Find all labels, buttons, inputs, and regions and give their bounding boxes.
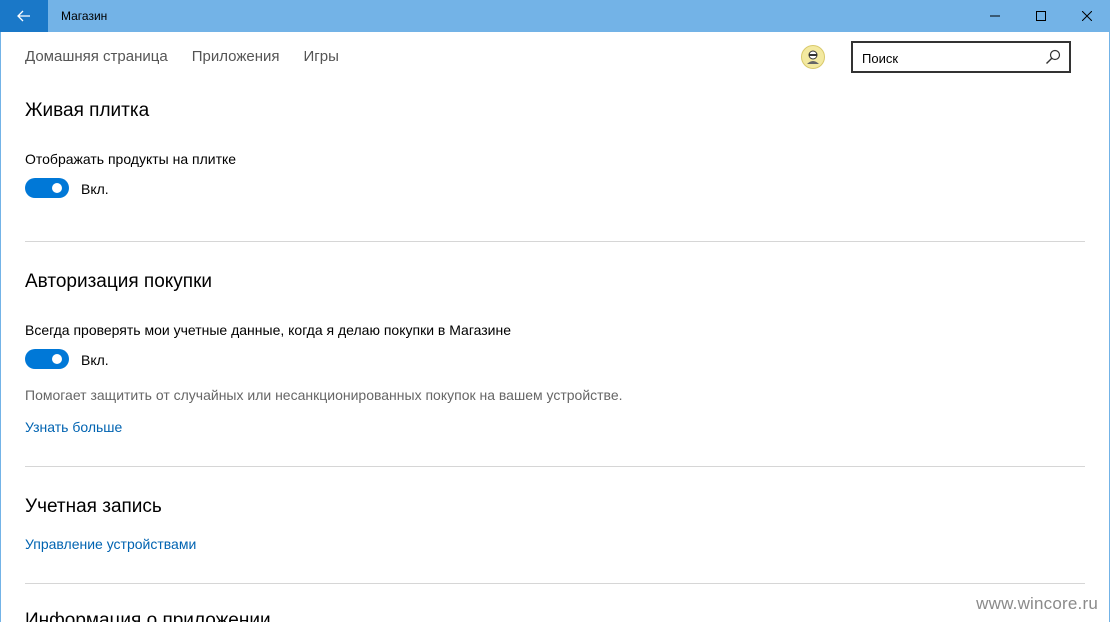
search-box[interactable]: Поиск bbox=[851, 41, 1071, 73]
minimize-button[interactable] bbox=[972, 0, 1018, 32]
user-avatar[interactable] bbox=[801, 45, 825, 69]
section-title-app-info: Информация о приложении bbox=[25, 610, 271, 622]
back-arrow-icon bbox=[17, 10, 30, 22]
section-title-account: Учетная запись bbox=[25, 496, 162, 517]
minimize-icon bbox=[990, 15, 1000, 17]
section-title-live-tile: Живая плитка bbox=[25, 100, 150, 121]
live-tile-toggle[interactable] bbox=[25, 178, 69, 198]
close-button[interactable] bbox=[1064, 0, 1110, 32]
live-tile-setting-label: Отображать продукты на плитке bbox=[25, 151, 237, 167]
purchase-auth-toggle[interactable] bbox=[25, 349, 69, 369]
manage-devices-link[interactable]: Управление устройствами bbox=[25, 536, 196, 552]
section-divider bbox=[25, 241, 1085, 242]
section-divider bbox=[25, 466, 1085, 467]
purchase-auth-description: Помогает защитить от случайных или несан… bbox=[25, 387, 623, 403]
nav-item-games[interactable]: Игры bbox=[303, 48, 338, 65]
close-icon bbox=[1082, 11, 1092, 21]
title-bar: Магазин bbox=[0, 0, 1110, 32]
live-tile-toggle-state: Вкл. bbox=[81, 181, 109, 197]
watermark: www.wincore.ru bbox=[976, 594, 1098, 613]
top-navigation: Домашняя страница Приложения Игры bbox=[25, 48, 339, 65]
search-icon[interactable] bbox=[1045, 49, 1061, 65]
purchase-auth-toggle-state: Вкл. bbox=[81, 352, 109, 368]
maximize-button[interactable] bbox=[1018, 0, 1064, 32]
maximize-icon bbox=[1036, 11, 1046, 21]
purchase-auth-setting-label: Всегда проверять мои учетные данные, ког… bbox=[25, 322, 512, 338]
app-title: Магазин bbox=[61, 9, 108, 23]
section-title-purchase-auth: Авторизация покупки bbox=[25, 271, 213, 292]
section-divider bbox=[25, 583, 1085, 584]
learn-more-link[interactable]: Узнать больше bbox=[25, 419, 122, 435]
back-button[interactable] bbox=[0, 0, 48, 32]
search-input[interactable]: Поиск bbox=[862, 51, 898, 66]
toggle-knob bbox=[52, 354, 62, 364]
user-avatar-icon bbox=[807, 50, 819, 64]
toggle-knob bbox=[52, 183, 62, 193]
nav-item-apps[interactable]: Приложения bbox=[192, 48, 280, 65]
nav-item-home[interactable]: Домашняя страница bbox=[25, 48, 168, 65]
